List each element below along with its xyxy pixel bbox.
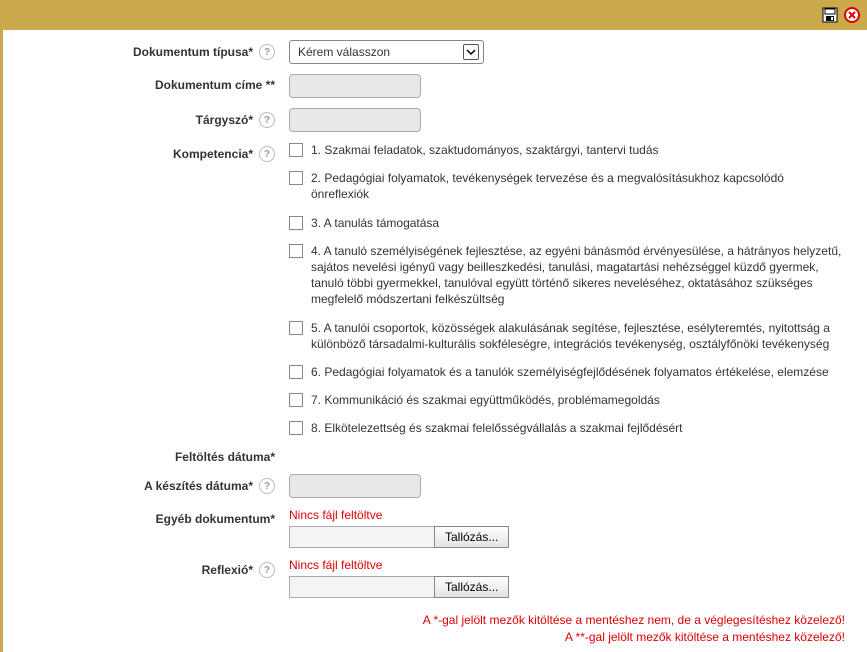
toolbar [3, 0, 867, 30]
competence-item: 2. Pedagógiai folyamatok, tevékenységek … [289, 170, 845, 202]
doc-type-select[interactable]: Kérem válasszon [289, 40, 484, 64]
help-icon[interactable]: ? [259, 478, 275, 494]
note-line-1: A *-gal jelölt mezők kitöltése a mentésh… [13, 612, 845, 629]
save-icon[interactable] [821, 6, 839, 24]
help-icon[interactable]: ? [259, 112, 275, 128]
label-doc-type: Dokumentum típusa* [133, 45, 253, 59]
label-upload-date: Feltöltés dátuma* [175, 450, 275, 464]
create-date-input[interactable] [289, 474, 421, 498]
checkbox[interactable] [289, 143, 303, 157]
no-file-text: Nincs fájl feltöltve [289, 508, 857, 522]
label-create-date: A készítés dátuma* [144, 479, 253, 493]
competence-item: 8. Elkötelezettség és szakmai felelősség… [289, 420, 845, 436]
checkbox[interactable] [289, 216, 303, 230]
help-icon[interactable]: ? [259, 562, 275, 578]
competence-item: 6. Pedagógiai folyamatok és a tanulók sz… [289, 364, 845, 380]
competence-item: 3. A tanulás támogatása [289, 215, 845, 231]
checkbox[interactable] [289, 421, 303, 435]
no-file-text: Nincs fájl feltöltve [289, 558, 857, 572]
checkbox[interactable] [289, 365, 303, 379]
competence-list: 1. Szakmai feladatok, szaktudományos, sz… [289, 142, 857, 436]
checkbox[interactable] [289, 321, 303, 335]
subject-input[interactable] [289, 108, 421, 132]
competence-label: 3. A tanulás támogatása [311, 215, 845, 231]
help-icon[interactable]: ? [259, 146, 275, 162]
browse-button[interactable]: Tallózás... [434, 576, 509, 598]
browse-button[interactable]: Tallózás... [434, 526, 509, 548]
competence-label: 7. Kommunikáció és szakmai együttműködés… [311, 392, 845, 408]
competence-item: 7. Kommunikáció és szakmai együttműködés… [289, 392, 845, 408]
competence-label: 1. Szakmai feladatok, szaktudományos, sz… [311, 142, 845, 158]
cancel-icon[interactable] [843, 6, 861, 24]
competence-item: 5. A tanulói csoportok, közösségek alaku… [289, 320, 845, 352]
competence-item: 1. Szakmai feladatok, szaktudományos, sz… [289, 142, 845, 158]
checkbox[interactable] [289, 244, 303, 258]
chevron-down-icon [463, 44, 479, 60]
form-notes: A *-gal jelölt mezők kitöltése a mentésh… [13, 608, 857, 646]
competence-label: 5. A tanulói csoportok, közösségek alaku… [311, 320, 845, 352]
label-other-doc: Egyéb dokumentum* [156, 512, 275, 526]
doc-title-input[interactable] [289, 74, 421, 98]
help-icon[interactable]: ? [259, 44, 275, 60]
file-path-display [289, 576, 435, 598]
label-reflection: Reflexió* [202, 563, 253, 577]
competence-label: 8. Elkötelezettség és szakmai felelősség… [311, 420, 845, 436]
label-doc-title: Dokumentum címe ** [155, 78, 275, 92]
label-competence: Kompetencia* [173, 147, 253, 161]
competence-label: 2. Pedagógiai folyamatok, tevékenységek … [311, 170, 845, 202]
competence-item: 4. A tanuló személyiségének fejlesztése,… [289, 243, 845, 308]
competence-label: 6. Pedagógiai folyamatok és a tanulók sz… [311, 364, 845, 380]
checkbox[interactable] [289, 171, 303, 185]
note-line-2: A **-gal jelölt mezők kitöltése a mentés… [13, 629, 845, 646]
file-path-display [289, 526, 435, 548]
form: Dokumentum típusa* ? Kérem válasszon Dok… [3, 30, 867, 652]
checkbox[interactable] [289, 393, 303, 407]
select-value: Kérem válasszon [298, 45, 390, 59]
label-subject: Tárgyszó* [196, 113, 253, 127]
competence-label: 4. A tanuló személyiségének fejlesztése,… [311, 243, 845, 308]
